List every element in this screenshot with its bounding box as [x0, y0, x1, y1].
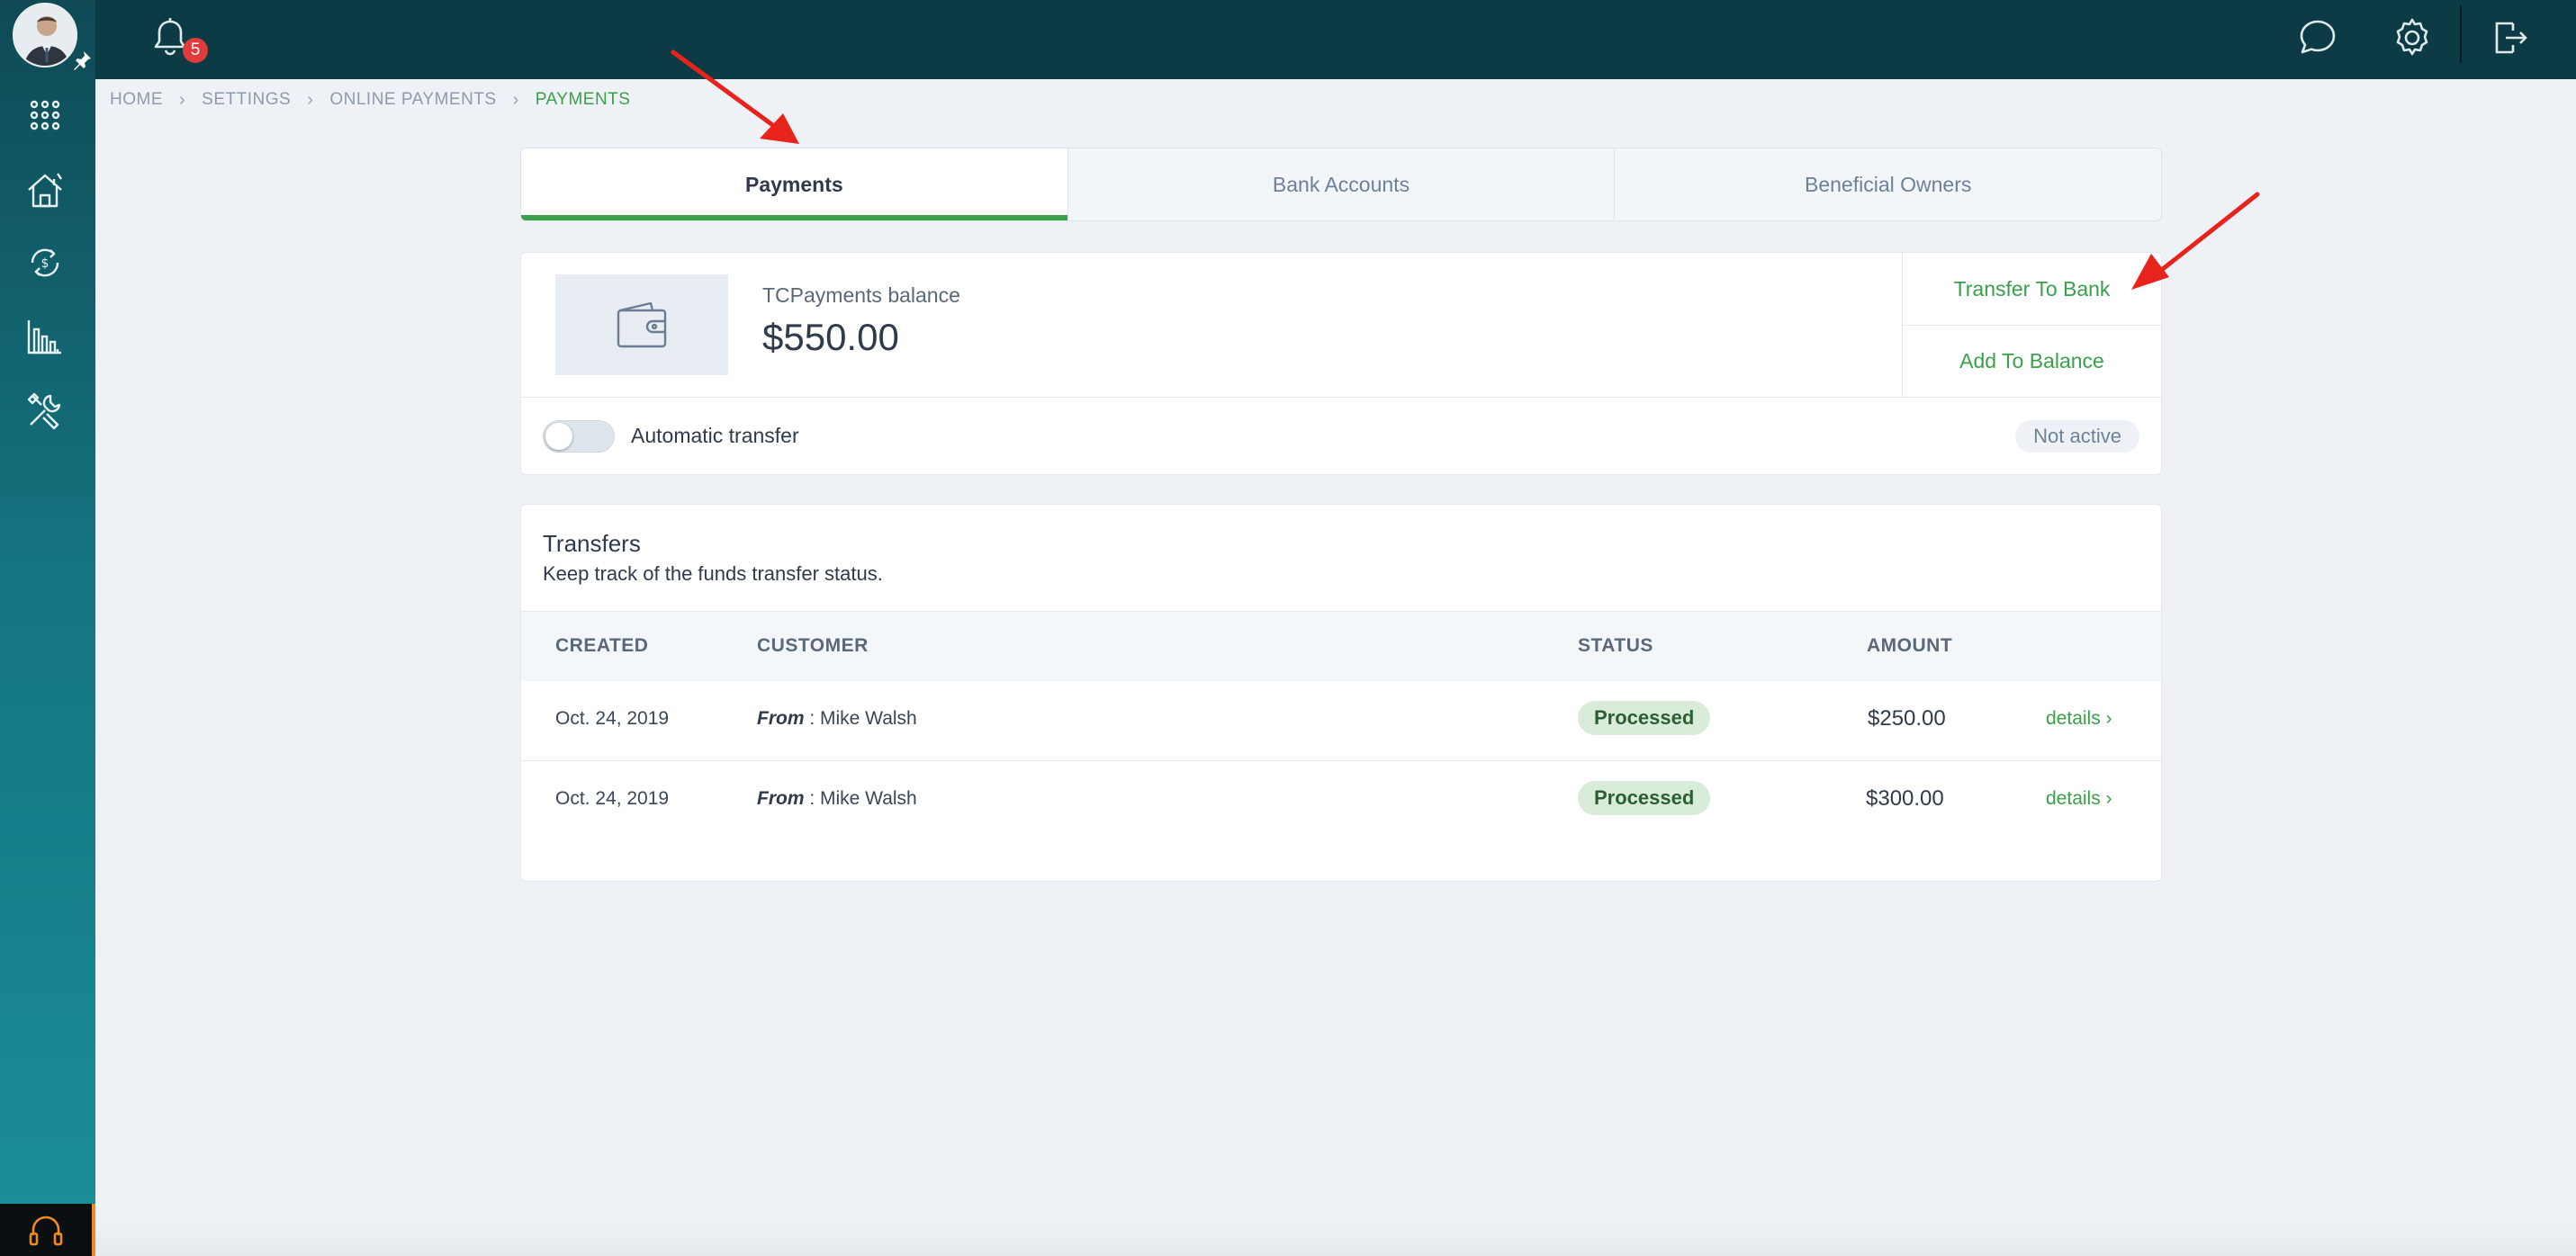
column-status: STATUS — [1578, 635, 1653, 656]
pin-icon[interactable] — [70, 49, 94, 72]
details-link[interactable]: details › — [2046, 708, 2112, 730]
bottom-shade — [95, 1220, 2576, 1256]
created-date: Oct. 24, 2019 — [555, 788, 670, 809]
payment-tabs: Payments Bank Accounts Beneficial Owners — [520, 148, 2162, 221]
chevron-right-icon: › — [512, 89, 519, 110]
balance-label: TCPayments balance — [762, 283, 960, 307]
add-to-balance-button[interactable]: Add To Balance — [1903, 325, 2161, 397]
details-link[interactable]: details › — [2046, 788, 2112, 810]
breadcrumb-online-payments[interactable]: ONLINE PAYMENTS — [329, 90, 496, 110]
details-label: details — [2046, 788, 2101, 809]
chevron-right-icon: › — [2105, 788, 2112, 809]
details-label: details — [2046, 708, 2101, 729]
customer-cell: From : Mike Walsh — [757, 708, 917, 730]
table-row: Oct. 24, 2019 From : Mike Walsh Processe… — [521, 681, 2161, 760]
balance-amount: $550.00 — [762, 316, 899, 358]
tab-bank-accounts[interactable]: Bank Accounts — [1068, 148, 1616, 220]
tab-payments[interactable]: Payments — [521, 148, 1068, 220]
help-button[interactable] — [0, 1204, 95, 1256]
automatic-transfer-label: Automatic transfer — [631, 424, 799, 447]
notification-badge: 5 — [183, 38, 208, 63]
top-bar: 5 — [0, 0, 2576, 79]
column-created: CREATED — [555, 635, 649, 656]
balance-actions: Transfer To Bank Add To Balance — [1902, 253, 2161, 397]
breadcrumb-home[interactable]: HOME — [110, 90, 163, 110]
svg-text:$: $ — [41, 256, 50, 271]
transfers-subtitle: Keep track of the funds transfer status. — [543, 562, 883, 585]
topbar-divider — [2460, 5, 2462, 63]
divider — [521, 397, 2161, 398]
avatar[interactable] — [13, 3, 77, 67]
reports-icon[interactable] — [20, 311, 70, 362]
table-row: Oct. 24, 2019 From : Mike Walsh Processe… — [521, 760, 2161, 839]
wallet-icon — [617, 301, 667, 348]
tab-beneficial-owners[interactable]: Beneficial Owners — [1615, 148, 2161, 220]
transfers-title: Transfers — [543, 530, 641, 557]
status-badge: Not active — [2015, 420, 2139, 453]
toggle-knob — [545, 423, 572, 450]
wallet-thumbnail — [555, 274, 728, 375]
logout-icon[interactable] — [2488, 16, 2531, 59]
automatic-transfer-toggle[interactable] — [543, 420, 615, 453]
amount: $250.00 — [1868, 706, 1946, 731]
chat-icon[interactable] — [2296, 16, 2339, 59]
customer-cell: From : Mike Walsh — [757, 788, 917, 810]
from-label: From — [757, 788, 805, 809]
transfer-to-bank-button[interactable]: Transfer To Bank — [1903, 253, 2161, 325]
apps-grid-icon[interactable] — [20, 90, 70, 140]
column-amount: AMOUNT — [1867, 635, 1953, 656]
chevron-right-icon: › — [2105, 708, 2112, 729]
from-label: From — [757, 708, 805, 729]
balance-card: TCPayments balance $550.00 Transfer To B… — [520, 252, 2162, 475]
chevron-right-icon: › — [179, 89, 186, 110]
breadcrumb-settings[interactable]: SETTINGS — [202, 90, 291, 110]
breadcrumb-payments: PAYMENTS — [535, 90, 631, 109]
status-badge: Processed — [1578, 781, 1711, 815]
chevron-right-icon: › — [307, 89, 314, 110]
status-badge: Processed — [1578, 701, 1711, 735]
transfers-card: Transfers Keep track of the funds transf… — [520, 504, 2162, 882]
sidebar: $ — [0, 0, 95, 1256]
created-date: Oct. 24, 2019 — [555, 708, 670, 729]
property-icon[interactable] — [20, 165, 70, 215]
gear-icon[interactable] — [2391, 16, 2434, 59]
amount: $300.00 — [1866, 786, 1944, 811]
tools-icon[interactable] — [20, 385, 70, 435]
breadcrumb: HOME › SETTINGS › ONLINE PAYMENTS › PAYM… — [110, 88, 630, 112]
customer-name: : Mike Walsh — [804, 708, 917, 729]
annotation-arrow-icon — [671, 49, 799, 144]
headset-icon — [29, 1216, 63, 1246]
money-exchange-icon[interactable]: $ — [20, 238, 70, 288]
column-customer: CUSTOMER — [757, 635, 869, 656]
customer-name: : Mike Walsh — [804, 788, 917, 809]
annotation-arrow-icon — [2131, 192, 2260, 290]
table-header: CREATED CUSTOMER STATUS AMOUNT — [521, 611, 2161, 681]
